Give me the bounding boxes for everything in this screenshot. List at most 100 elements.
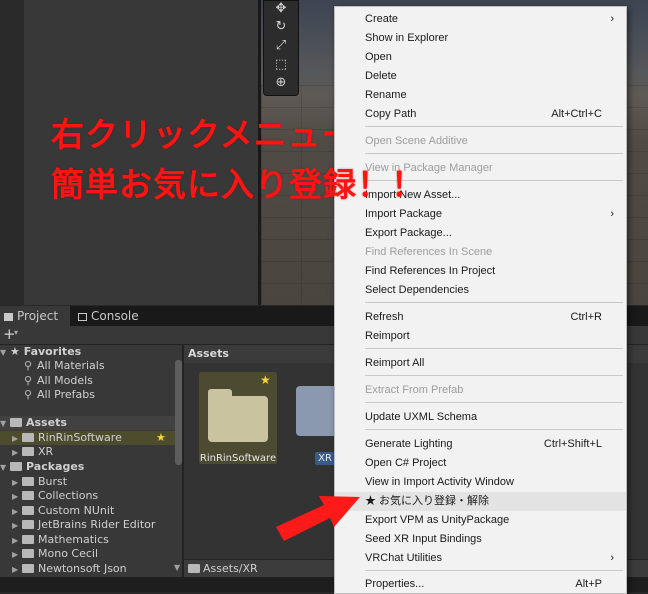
menu-item-label: Open C# Project <box>365 457 447 469</box>
menu-item-label: Copy Path <box>365 108 417 120</box>
menu-item-seed-xr-input-bindings[interactable]: Seed XR Input Bindings <box>335 530 626 549</box>
tree-item[interactable]: ▶ Newtonsoft Json <box>0 562 194 576</box>
menu-item-label: Create <box>365 13 399 25</box>
menu-item-reimport-all[interactable]: Reimport All <box>335 354 626 373</box>
menu-item-show-in-explorer[interactable]: Show in Explorer <box>335 29 626 48</box>
menu-item-export-vpm[interactable]: Export VPM as UnityPackage <box>335 511 626 530</box>
menu-item-find-references-in-project[interactable]: Find References In Project <box>335 262 626 281</box>
tab-project-label: Project <box>17 309 59 323</box>
folder-icon <box>22 549 34 558</box>
asset-tile-rinrinsoftware[interactable]: ★ <box>199 372 277 464</box>
menu-item-extract-from-prefab: Extract From Prefab <box>335 381 626 400</box>
menu-separator <box>365 402 623 403</box>
menu-item-select-dependencies[interactable]: Select Dependencies <box>335 281 626 300</box>
expand-arrow-icon[interactable]: ▶ <box>12 446 22 460</box>
expand-arrow-icon[interactable]: ▶ <box>12 432 22 446</box>
tab-console[interactable]: Console <box>74 306 154 326</box>
menu-item-label: Extract From Prefab <box>365 384 464 396</box>
menu-item-favorite-toggle[interactable]: ★ お気に入り登録・解除 <box>335 492 626 511</box>
tree-item-label: Collections <box>38 489 99 502</box>
tab-project[interactable]: Project <box>0 306 70 326</box>
tree-assets-label: Assets <box>26 416 67 429</box>
menu-item-label: Open Scene Additive <box>365 135 468 147</box>
asset-tile-label[interactable]: XR <box>315 452 335 465</box>
menu-separator <box>365 153 623 154</box>
folder-icon <box>22 564 34 573</box>
favorite-star-icon: ★ <box>260 373 271 387</box>
menu-item-find-references-in-scene: Find References In Scene <box>335 243 626 262</box>
menu-item-update-uxml-schema[interactable]: Update UXML Schema <box>335 408 626 427</box>
expand-arrow-icon[interactable]: ▶ <box>12 476 22 490</box>
breadcrumb-assets[interactable]: Assets <box>188 347 229 360</box>
tree-item-label: RinRinSoftware <box>38 431 122 444</box>
scale-tool-icon[interactable]: ⤢ <box>271 38 291 54</box>
tree-item[interactable]: ▶ Custom NUnit <box>0 504 194 518</box>
tree-item[interactable]: ▶ Collections <box>0 489 194 503</box>
tree-item-label: Burst <box>38 475 68 488</box>
tree-item-label: All Models <box>37 374 93 387</box>
menu-item-import-package[interactable]: Import Package › <box>335 205 626 224</box>
menu-item-generate-lighting[interactable]: Generate Lighting Ctrl+Shift+L <box>335 435 626 454</box>
menu-item-properties[interactable]: Properties... Alt+P <box>335 575 626 594</box>
menu-item-open-csharp-project[interactable]: Open C# Project <box>335 454 626 473</box>
tree-item[interactable]: ▶ Mono Cecil <box>0 547 194 561</box>
tree-item-label: All Prefabs <box>37 388 95 401</box>
expand-arrow-icon[interactable]: ▼ <box>0 346 10 360</box>
menu-item-label: Refresh <box>365 311 404 323</box>
menu-item-shortcut: Alt+P <box>575 578 602 590</box>
chevron-right-icon: › <box>610 208 614 220</box>
expand-arrow-icon[interactable]: ▶ <box>12 505 22 519</box>
expand-arrow-icon[interactable]: ▼ <box>0 461 10 475</box>
folder-icon[interactable] <box>296 386 336 436</box>
menu-item-label: Seed XR Input Bindings <box>365 533 482 545</box>
expand-arrow-icon[interactable]: ▶ <box>12 519 22 533</box>
tree-item[interactable]: ▶ JetBrains Rider Editor <box>0 518 194 532</box>
tree-item[interactable]: ▶ Burst <box>0 475 194 489</box>
tree-scrollbar[interactable] <box>175 360 182 465</box>
rect-tool-icon[interactable]: ⬚ <box>271 57 291 73</box>
scene-tools-overlay: ✥ ↻ ⤢ ⬚ ⊕ <box>263 0 299 96</box>
folder-icon <box>22 433 34 442</box>
tree-item-label: Mathematics <box>38 533 109 546</box>
menu-item-rename[interactable]: Rename <box>335 86 626 105</box>
menu-item-label: Generate Lighting <box>365 438 453 450</box>
menu-item-vrchat-utilities[interactable]: VRChat Utilities › <box>335 549 626 568</box>
tree-assets[interactable]: ▼ Assets <box>0 416 182 430</box>
chevron-right-icon: › <box>610 552 614 564</box>
expand-arrow-icon[interactable]: ▶ <box>12 548 22 562</box>
menu-item-export-package[interactable]: Export Package... <box>335 224 626 243</box>
scroll-down-arrow-icon[interactable]: ▼ <box>174 563 180 572</box>
expand-arrow-icon[interactable]: ▼ <box>0 417 10 431</box>
tree-item-xr[interactable]: ▶ XR <box>0 445 194 459</box>
tree-item-label: Newtonsoft Json <box>38 562 127 575</box>
move-tool-icon[interactable]: ✥ <box>271 1 291 17</box>
transform-tool-icon[interactable]: ⊕ <box>271 75 291 91</box>
tree-item[interactable]: ▶ Mathematics <box>0 533 194 547</box>
rotate-tool-icon[interactable]: ↻ <box>271 19 291 35</box>
tree-favorites-label: Favorites <box>23 345 82 358</box>
menu-separator <box>365 375 623 376</box>
menu-item-copy-path[interactable]: Copy Path Alt+Ctrl+C <box>335 105 626 124</box>
project-tree: ▼ ★ Favorites ⚲ All Materials ⚲ All Models … <box>0 345 194 577</box>
chevron-down-icon[interactable]: ▾ <box>14 328 18 337</box>
tree-item-rinrinsoftware[interactable]: ▶ RinRinSoftware ★ <box>0 431 194 445</box>
menu-item-refresh[interactable]: Refresh Ctrl+R <box>335 308 626 327</box>
expand-arrow-icon[interactable]: ▶ <box>12 563 22 577</box>
folder-icon <box>22 506 34 515</box>
menu-item-shortcut: Ctrl+R <box>570 311 602 323</box>
menu-item-view-in-import-activity[interactable]: View in Import Activity Window <box>335 473 626 492</box>
expand-arrow-icon[interactable]: ▶ <box>12 490 22 504</box>
menu-item-label: Find References In Project <box>365 265 496 277</box>
menu-item-open[interactable]: Open <box>335 48 626 67</box>
menu-item-reimport[interactable]: Reimport <box>335 327 626 346</box>
menu-item-label: View in Import Activity Window <box>365 476 514 488</box>
tree-favorites[interactable]: ▼ ★ Favorites <box>0 345 182 359</box>
tree-packages[interactable]: ▼ Packages <box>0 460 182 474</box>
menu-item-delete[interactable]: Delete <box>335 67 626 86</box>
menu-item-label: Properties... <box>365 578 425 590</box>
folder-icon <box>10 418 22 427</box>
expand-arrow-icon[interactable]: ▶ <box>12 534 22 548</box>
path-label: Assets/XR <box>203 562 258 575</box>
menu-item-create[interactable]: Create › <box>335 10 626 29</box>
menu-item-label: Select Dependencies <box>365 284 469 296</box>
